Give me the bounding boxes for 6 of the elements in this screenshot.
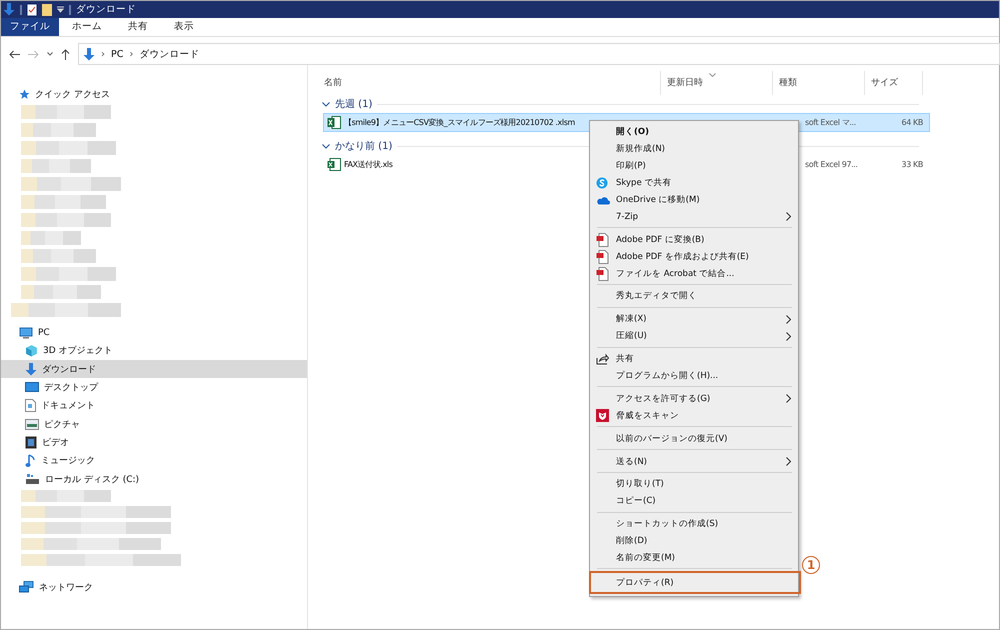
step-number-badge: 1 [802,556,820,574]
window-title: ダウンロード [76,3,136,16]
file-type: soft Excel マ... [804,117,857,128]
file-size: 33 KB [900,160,924,169]
file-type: soft Excel 97... [804,160,859,169]
file-size: 64 KB [900,118,924,127]
